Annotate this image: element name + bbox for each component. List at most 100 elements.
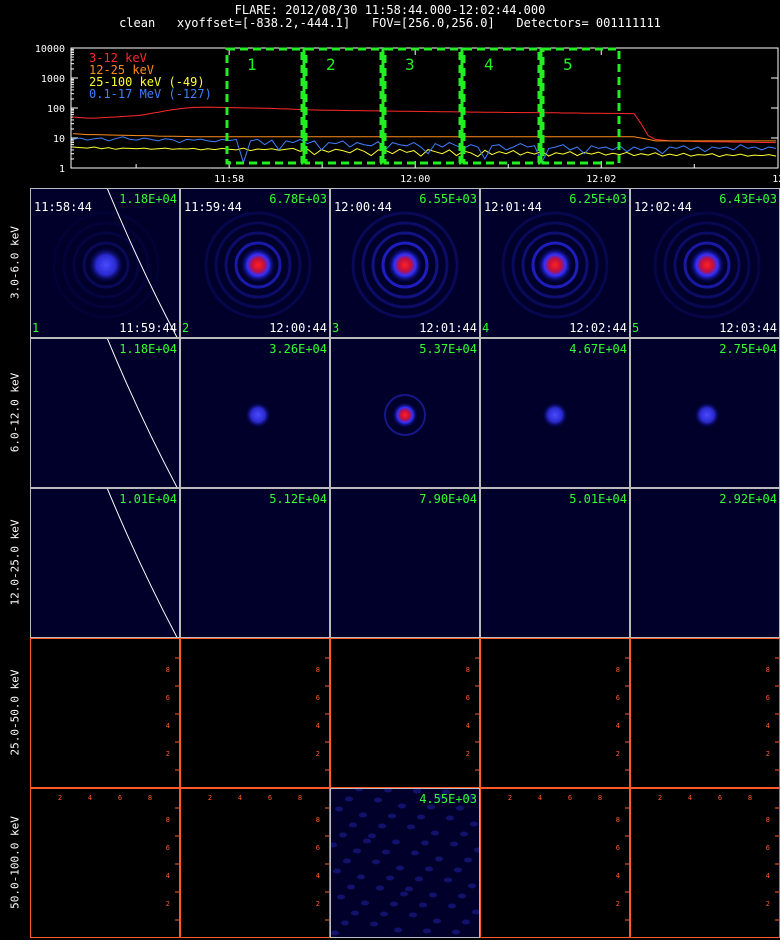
noise-blob [398,803,406,809]
noise-blob [450,841,458,847]
noise-blob [425,866,433,872]
image-cell [180,338,330,488]
interval-label: 4 [484,55,494,74]
row-energy-label: 50.0-100.0 keV [8,816,22,909]
peak-value: 2.75E+04 [719,342,777,356]
image-background [30,788,180,938]
image-cell: 8 6 4 2 2 4 6 8 [630,788,780,938]
image-background [330,638,480,788]
image-canvas: 8 6 4 2 [30,638,180,788]
noise-blob [446,815,454,821]
noise-blob [460,831,468,837]
noise-blob [470,821,478,827]
axis-tick-label: 2 [658,794,662,802]
axis-tick-label: 6 [268,794,272,802]
noise-blob [353,848,361,854]
source-blob [88,247,124,283]
row-energy-label: 3.0-6.0 keV [8,226,22,299]
source-blob [392,402,418,428]
interval-index: 1 [32,321,40,335]
image-cell: 8 6 4 2 [630,638,780,788]
noise-blob [423,928,431,934]
image-background [330,488,480,638]
noise-blob [333,868,341,874]
axis-tick-label: 2 [58,794,62,802]
image-background [630,488,780,638]
axis-tick-label: 2 [316,750,320,758]
peak-value: 6.25E+03 [569,192,627,206]
noise-blob [456,805,464,811]
image-background [630,788,780,938]
x-tick-label: 12:02 [586,174,616,184]
noise-blob [444,877,452,883]
interval-box [541,47,621,165]
image-canvas [330,788,480,938]
image-cell [630,488,780,638]
row-energy-label: 12.0-25.0 keV [8,519,22,606]
axis-tick-label: 6 [766,844,770,852]
peak-value: 5.12E+04 [269,492,327,506]
y-tick-label: 10000 [35,44,65,55]
axis-tick-label: 6 [118,794,122,802]
image-cell [630,338,780,488]
noise-blob [411,850,419,856]
axis-tick-label: 4 [538,794,542,802]
noise-blob [415,876,423,882]
peak-value: 1.01E+04 [119,492,177,506]
axis-tick-label: 4 [616,722,620,730]
peak-value: 6.55E+03 [419,192,477,206]
title-line-2: clean xyoffset=[-838.2,-444.1] FOV=[256.… [119,16,661,30]
interval-box [383,47,462,165]
peak-value: 4.55E+03 [419,792,477,806]
source-blob [537,247,573,283]
interval-label: 5 [563,55,573,74]
axis-tick-label: 2 [508,794,512,802]
image-canvas [480,488,630,638]
image-canvas: 8 6 4 2 2 4 6 8 [180,788,330,938]
row-energy-label: 25.0-50.0 keV [8,669,22,756]
axis-tick-label: 8 [766,816,770,824]
image-background [480,638,630,788]
image-canvas: 8 6 4 2 [330,638,480,788]
axis-tick-label: 4 [766,872,770,880]
image-canvas [30,338,180,488]
image-background [480,488,630,638]
noise-blob [343,858,351,864]
start-time: 11:58:44 [34,200,92,214]
image-background [480,788,630,938]
noise-blob [421,840,429,846]
noise-blob [448,903,456,909]
noise-blob [374,797,382,803]
noise-blob [407,824,415,830]
end-time: 12:01:44 [419,321,477,335]
peak-value: 2.92E+04 [719,492,777,506]
axis-tick-label: 6 [466,694,470,702]
axis-tick-label: 8 [148,794,152,802]
noise-blob [372,859,380,865]
axis-tick-label: 4 [766,722,770,730]
y-tick-label: 1 [59,164,65,175]
axis-tick-label: 6 [166,694,170,702]
noise-blob [337,894,345,900]
axis-tick-label: 8 [616,816,620,824]
noise-blob [472,909,480,915]
noise-blob [452,929,460,935]
axis-tick-label: 4 [466,722,470,730]
axis-tick-label: 6 [718,794,722,802]
noise-blob [359,812,367,818]
image-canvas: 8 6 4 2 2 4 6 8 [30,788,180,938]
y-tick-label: 10 [53,134,65,145]
peak-value: 1.18E+04 [119,192,177,206]
start-time: 11:59:44 [184,200,242,214]
image-cell: 8 6 4 2 [30,638,180,788]
x-tick-label: 11:58 [214,174,244,184]
image-cell [480,488,630,638]
noise-blob [454,867,462,873]
axis-tick-label: 2 [616,750,620,758]
axis-tick-label: 8 [166,666,170,674]
axis-tick-label: 6 [316,844,320,852]
axis-tick-label: 4 [616,872,620,880]
image-canvas: 8 6 4 2 2 4 6 8 [480,788,630,938]
interval-label: 1 [247,55,257,74]
image-canvas: 8 6 4 2 [630,638,780,788]
